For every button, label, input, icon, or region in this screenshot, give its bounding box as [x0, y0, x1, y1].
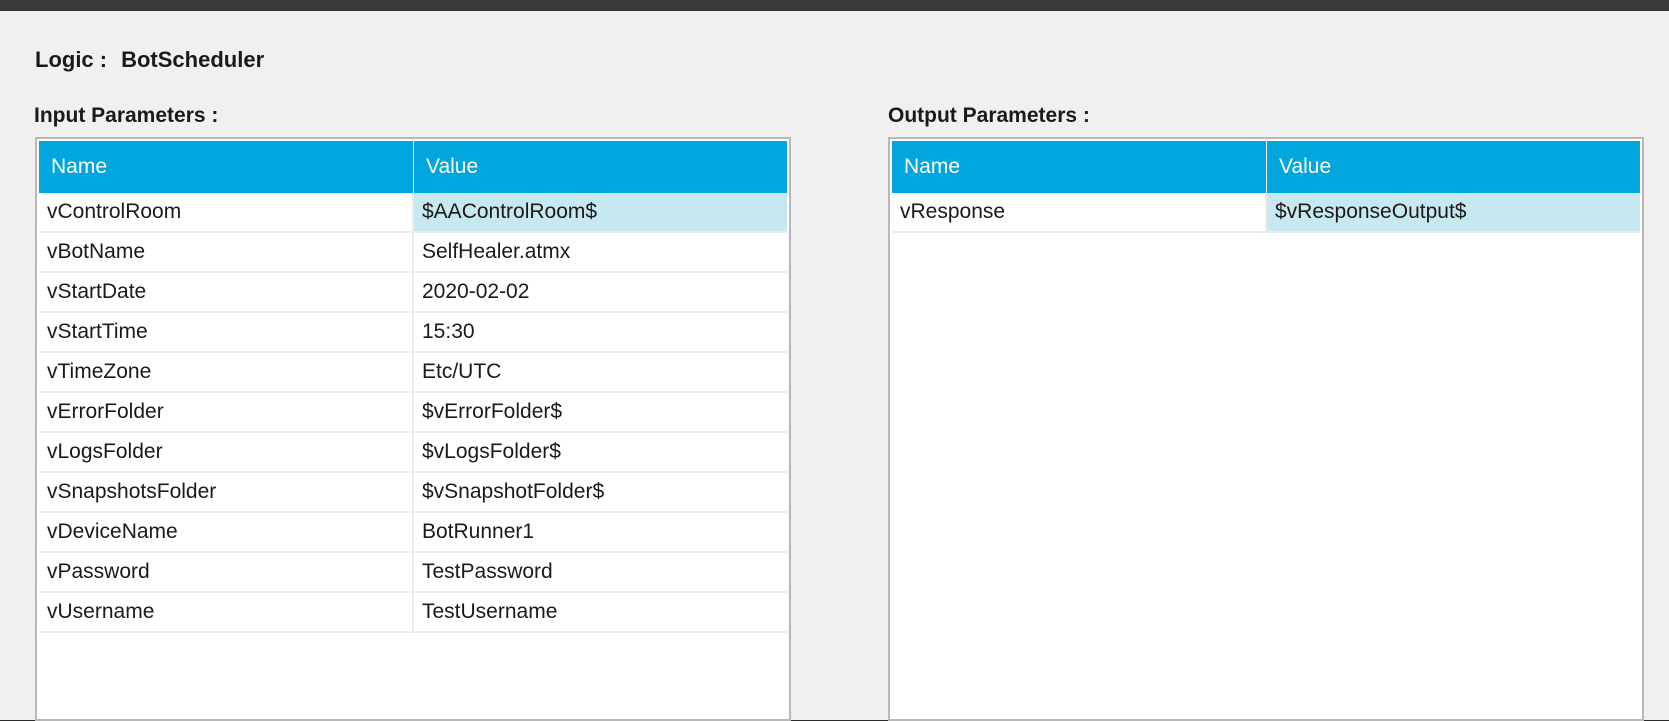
input-param-name-cell[interactable]: vSnapshotsFolder	[39, 473, 414, 511]
input-param-name-cell[interactable]: vPassword	[39, 553, 414, 591]
input-table-row[interactable]: vStartTime 15:30	[39, 313, 787, 353]
output-parameters-grid[interactable]: Name Value vResponse $vResponseOutput$	[888, 137, 1644, 721]
input-param-name-cell[interactable]: vUsername	[39, 593, 414, 631]
output-grid-body: vResponse $vResponseOutput$	[890, 193, 1642, 233]
output-param-value-cell[interactable]: $vResponseOutput$	[1267, 193, 1640, 231]
input-table-row[interactable]: vStartDate 2020-02-02	[39, 273, 787, 313]
input-grid-body: vControlRoom $AAControlRoom$ vBotName SelfH…	[37, 193, 789, 633]
input-value-column-header[interactable]: Value	[414, 141, 787, 193]
input-param-value-cell[interactable]: $vErrorFolder$	[414, 393, 787, 431]
input-table-row[interactable]: vBotName SelfHealer.atmx	[39, 233, 787, 273]
input-param-value-cell[interactable]: $vLogsFolder$	[414, 433, 787, 471]
input-table-row[interactable]: vControlRoom $AAControlRoom$	[39, 193, 787, 233]
input-param-name-cell[interactable]: vTimeZone	[39, 353, 414, 391]
input-param-value-cell[interactable]: TestPassword	[414, 553, 787, 591]
input-parameters-grid[interactable]: Name Value vControlRoom $AAControlRoom$ vB…	[35, 137, 791, 721]
input-table-row[interactable]: vTimeZone Etc/UTC	[39, 353, 787, 393]
input-param-value-cell[interactable]: 15:30	[414, 313, 787, 351]
window-top-bar	[0, 0, 1669, 11]
logic-name: BotScheduler	[121, 47, 265, 72]
input-table-row[interactable]: vPassword TestPassword	[39, 553, 787, 593]
output-parameters-title: Output Parameters :	[888, 104, 1090, 127]
output-grid-header: Name Value	[892, 141, 1640, 193]
input-table-row[interactable]: vErrorFolder $vErrorFolder$	[39, 393, 787, 433]
input-table-row[interactable]: vUsername TestUsername	[39, 593, 787, 633]
input-table-row[interactable]: vLogsFolder $vLogsFolder$	[39, 433, 787, 473]
input-param-value-cell[interactable]: TestUsername	[414, 593, 787, 631]
logic-label: Logic :	[35, 47, 108, 72]
input-param-name-cell[interactable]: vLogsFolder	[39, 433, 414, 471]
input-param-value-cell[interactable]: SelfHealer.atmx	[414, 233, 787, 271]
input-param-value-cell[interactable]: $AAControlRoom$	[414, 193, 787, 231]
input-param-name-cell[interactable]: vDeviceName	[39, 513, 414, 551]
input-param-name-cell[interactable]: vStartDate	[39, 273, 414, 311]
input-name-column-header[interactable]: Name	[39, 141, 414, 193]
input-param-value-cell[interactable]: Etc/UTC	[414, 353, 787, 391]
input-param-name-cell[interactable]: vErrorFolder	[39, 393, 414, 431]
output-param-name-cell[interactable]: vResponse	[892, 193, 1267, 231]
input-param-value-cell[interactable]: $vSnapshotFolder$	[414, 473, 787, 511]
input-param-value-cell[interactable]: BotRunner1	[414, 513, 787, 551]
input-parameters-title: Input Parameters :	[34, 104, 219, 127]
input-param-name-cell[interactable]: vStartTime	[39, 313, 414, 351]
input-table-row[interactable]: vDeviceName BotRunner1	[39, 513, 787, 553]
input-param-value-cell[interactable]: 2020-02-02	[414, 273, 787, 311]
input-param-name-cell[interactable]: vControlRoom	[39, 193, 414, 231]
output-table-row[interactable]: vResponse $vResponseOutput$	[892, 193, 1640, 233]
input-table-row[interactable]: vSnapshotsFolder $vSnapshotFolder$	[39, 473, 787, 513]
output-value-column-header[interactable]: Value	[1267, 141, 1640, 193]
input-grid-header: Name Value	[39, 141, 787, 193]
logic-details-panel: Logic : BotScheduler Input Parameters : N…	[0, 11, 1669, 721]
input-param-name-cell[interactable]: vBotName	[39, 233, 414, 271]
output-name-column-header[interactable]: Name	[892, 141, 1267, 193]
logic-title: Logic : BotScheduler	[35, 47, 264, 73]
